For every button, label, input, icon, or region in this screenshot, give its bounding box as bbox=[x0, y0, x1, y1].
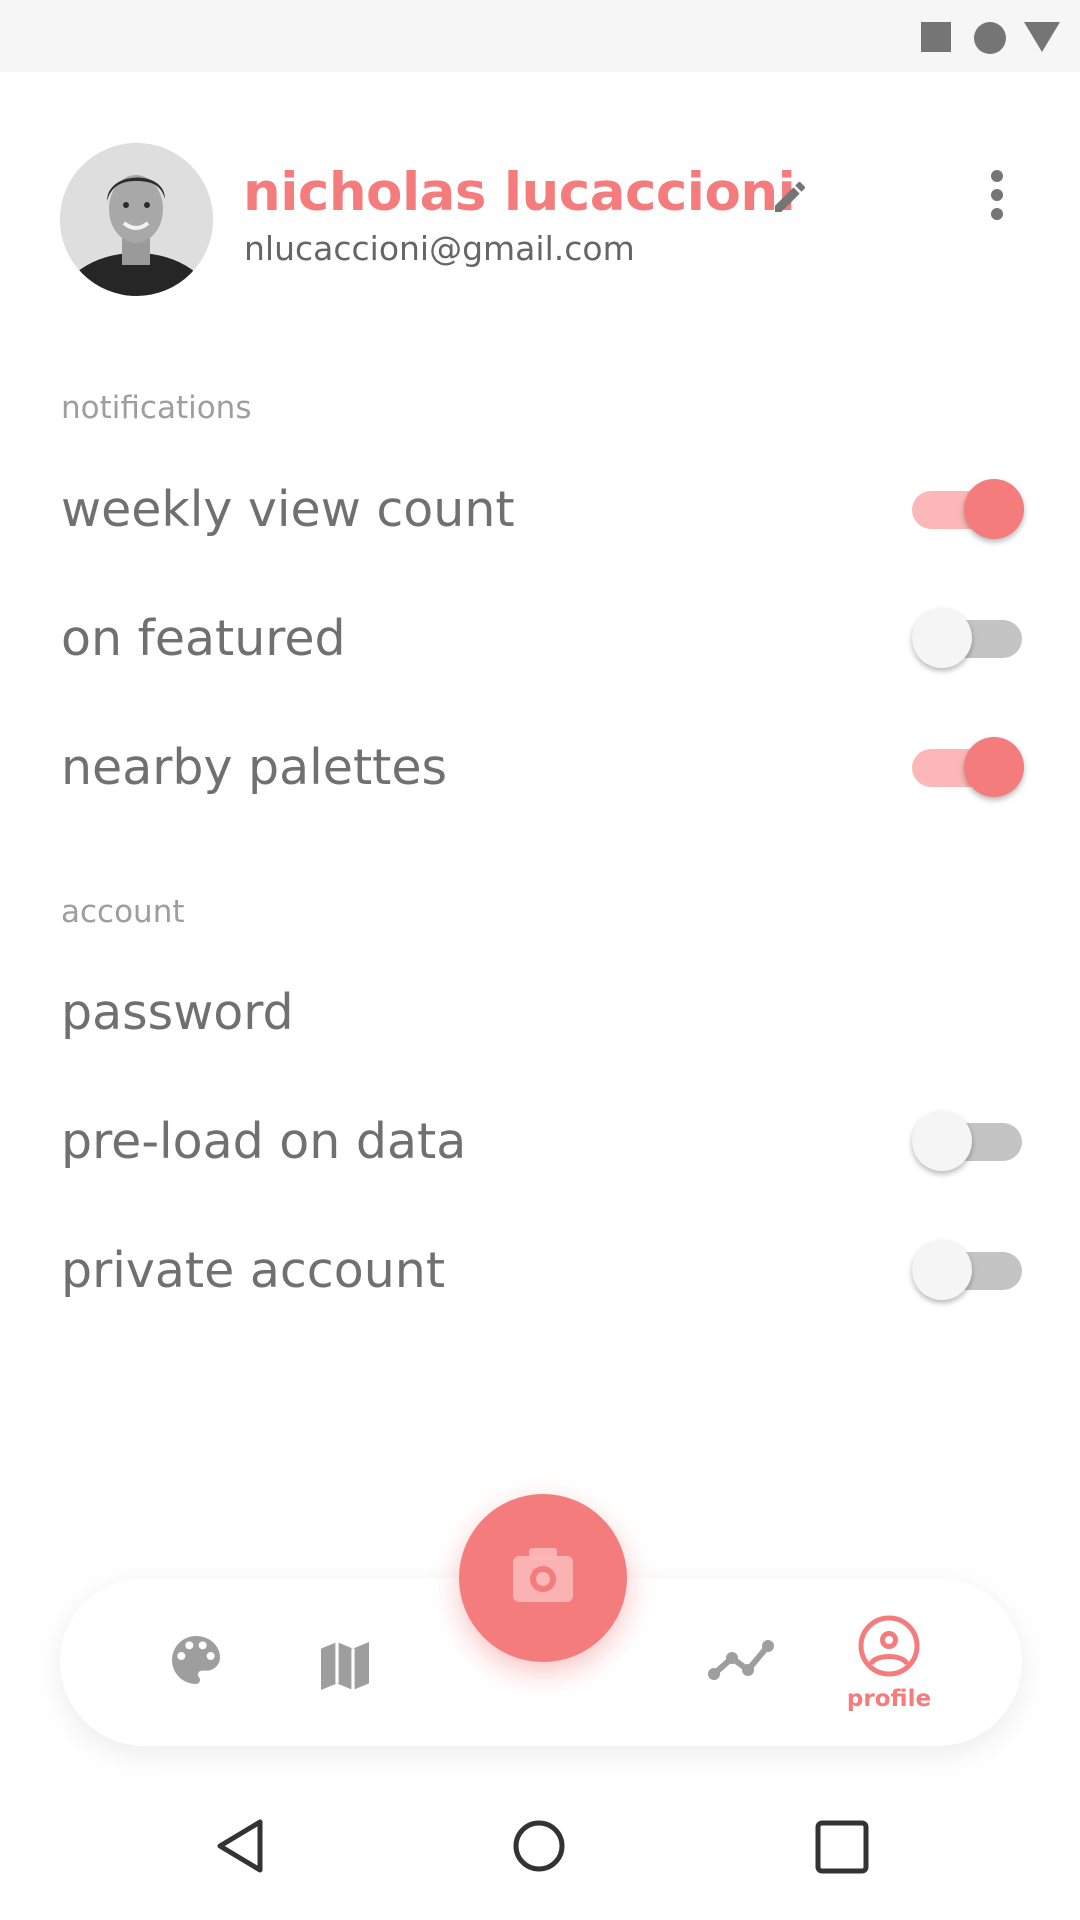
back-triangle-icon bbox=[217, 1819, 263, 1873]
setting-label: weekly view count bbox=[61, 481, 515, 538]
home-circle-icon bbox=[513, 1820, 565, 1872]
user-name: nicholas lucaccioni bbox=[243, 162, 796, 223]
pencil-icon bbox=[775, 181, 806, 212]
toggle-thumb bbox=[912, 1240, 972, 1300]
notifications-header: notifications bbox=[61, 390, 252, 426]
more-vertical-icon bbox=[991, 170, 1003, 220]
toggle-thumb bbox=[912, 608, 972, 668]
account-header: account bbox=[61, 894, 185, 930]
toggle-thumb bbox=[964, 737, 1024, 797]
home-button[interactable] bbox=[511, 1818, 567, 1874]
more-options-button[interactable] bbox=[975, 166, 1019, 226]
setting-on-featured[interactable]: on featured bbox=[0, 584, 1080, 694]
circle-icon bbox=[974, 22, 1006, 54]
palette-icon bbox=[172, 1636, 220, 1684]
nav-profile-label[interactable]: profile bbox=[838, 1686, 940, 1712]
setting-nearby-palettes[interactable]: nearby palettes bbox=[0, 713, 1080, 823]
setting-label: pre-load on data bbox=[61, 1113, 467, 1170]
setting-private-account[interactable]: private account bbox=[0, 1216, 1080, 1326]
nearby-palettes-toggle[interactable] bbox=[912, 737, 1024, 797]
user-email: nlucaccioni@gmail.com bbox=[244, 229, 635, 268]
setting-label: on featured bbox=[61, 610, 346, 667]
setting-label: private account bbox=[61, 1242, 446, 1299]
camera-button[interactable] bbox=[459, 1494, 627, 1662]
setting-pre-load-on-data[interactable]: pre-load on data bbox=[0, 1087, 1080, 1197]
private-account-toggle[interactable] bbox=[912, 1240, 1024, 1300]
avatar[interactable] bbox=[60, 143, 213, 296]
nav-profile[interactable] bbox=[857, 1614, 921, 1678]
camera-icon bbox=[513, 1548, 573, 1602]
status-bar bbox=[0, 0, 1080, 72]
recents-square-icon bbox=[815, 1820, 869, 1874]
back-button[interactable] bbox=[212, 1818, 268, 1874]
triangle-icon bbox=[1024, 22, 1060, 52]
on-featured-toggle[interactable] bbox=[912, 608, 1024, 668]
settings-screen: nicholas lucaccioni nlucaccioni@gmail.co… bbox=[0, 0, 1080, 1920]
nav-stats[interactable] bbox=[706, 1630, 776, 1690]
setting-label: password bbox=[61, 984, 294, 1041]
toggle-thumb bbox=[964, 479, 1024, 539]
edit-profile-button[interactable] bbox=[770, 177, 810, 217]
recents-button[interactable] bbox=[815, 1820, 869, 1874]
nav-palettes[interactable] bbox=[164, 1628, 228, 1692]
setting-label: nearby palettes bbox=[61, 739, 448, 796]
profile-icon bbox=[858, 1615, 920, 1677]
map-icon bbox=[321, 1642, 369, 1690]
pre-load-on-data-toggle[interactable] bbox=[912, 1111, 1024, 1171]
setting-password[interactable]: password bbox=[0, 958, 1080, 1068]
nav-map[interactable] bbox=[313, 1634, 377, 1698]
trend-icon bbox=[708, 1640, 774, 1680]
setting-weekly-view-count[interactable]: weekly view count bbox=[0, 455, 1080, 565]
weekly-view-count-toggle[interactable] bbox=[912, 479, 1024, 539]
toggle-thumb bbox=[912, 1111, 972, 1171]
square-icon bbox=[921, 22, 951, 52]
